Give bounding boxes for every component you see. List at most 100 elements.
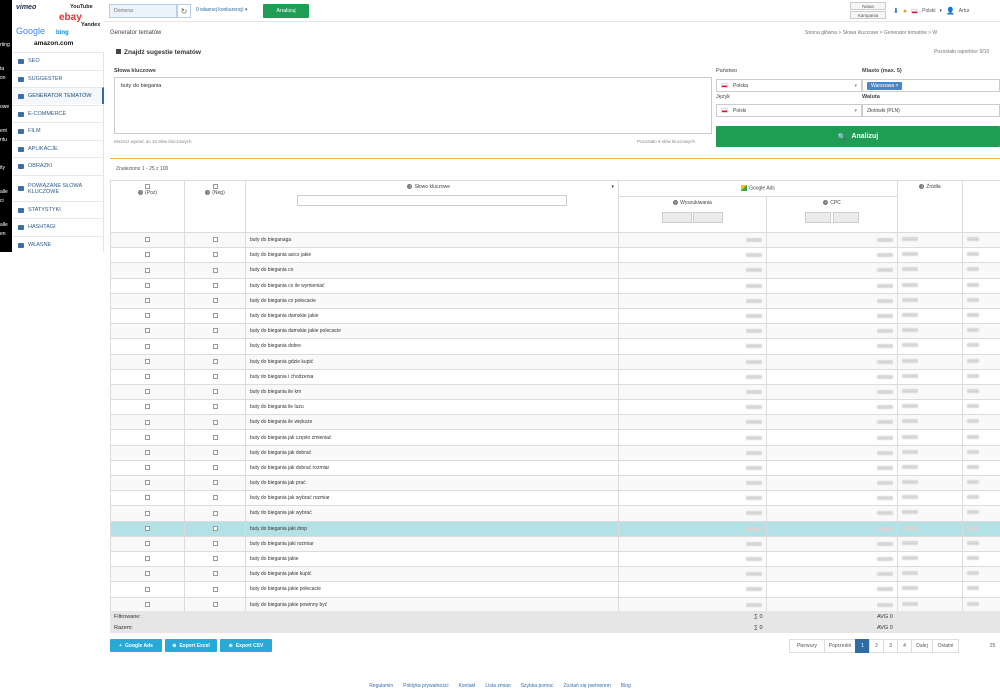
keyword-cell[interactable]: buty do biegania jaki rozmiar bbox=[245, 535, 619, 552]
city-tag[interactable]: Warszawa × bbox=[867, 81, 903, 90]
pos-checkbox[interactable] bbox=[145, 313, 150, 319]
top-analyze-button[interactable]: Analizuj bbox=[263, 4, 309, 18]
pos-checkbox[interactable] bbox=[145, 282, 150, 288]
neg-checkbox[interactable] bbox=[212, 449, 218, 455]
pos-checkbox[interactable] bbox=[145, 419, 150, 425]
pos-checkbox[interactable] bbox=[145, 525, 150, 531]
csv-export-button[interactable]: ⊕ Export CSV bbox=[220, 639, 272, 652]
neg-checkbox[interactable] bbox=[212, 313, 218, 319]
neg-checkbox[interactable] bbox=[212, 252, 218, 258]
pos-checkbox[interactable] bbox=[145, 252, 150, 258]
footer-link[interactable]: Regulamin bbox=[369, 683, 393, 689]
keywords-textarea[interactable]: buty do biegania bbox=[114, 77, 712, 134]
sidebar-item-5[interactable]: APLIKACJE bbox=[12, 140, 104, 157]
refresh-button[interactable]: ↻ bbox=[177, 4, 191, 18]
pos-checkbox[interactable] bbox=[145, 298, 150, 304]
neg-checkbox[interactable] bbox=[212, 373, 218, 379]
keyword-cell[interactable]: buty do biegania asics jakie bbox=[245, 247, 619, 264]
pos-checkbox[interactable] bbox=[145, 404, 150, 410]
pos-checkbox[interactable] bbox=[145, 601, 150, 607]
pos-checkbox[interactable] bbox=[145, 556, 150, 562]
sidebar-item-3[interactable]: E-COMMERCE bbox=[12, 105, 104, 122]
neg-checkbox[interactable] bbox=[212, 282, 218, 288]
pos-checkbox[interactable] bbox=[145, 267, 150, 273]
keyword-cell[interactable]: buty do biegania jak dobrać bbox=[245, 444, 619, 461]
keyword-cell[interactable]: buty do bieganaga bbox=[245, 231, 619, 249]
keyword-cell[interactable]: buty do biegania jakie polecacie bbox=[245, 581, 619, 598]
neg-checkbox[interactable] bbox=[212, 298, 218, 304]
user-icon[interactable]: 👤 bbox=[946, 7, 955, 15]
neg-checkbox[interactable] bbox=[212, 480, 218, 486]
sidebar-item-10[interactable]: WŁASNE bbox=[12, 236, 104, 253]
select-all-neg-checkbox[interactable] bbox=[212, 184, 218, 190]
pagination-item[interactable]: 4 bbox=[897, 639, 912, 653]
searches-min-input[interactable] bbox=[661, 212, 692, 223]
google-ads-export-button[interactable]: + Google Ads bbox=[110, 639, 162, 652]
pagination-item[interactable]: 3 bbox=[883, 639, 898, 653]
footer-link[interactable]: Kontakt bbox=[458, 683, 475, 689]
currency-select[interactable]: Złotówki (PLN) bbox=[862, 104, 1000, 117]
neg-checkbox[interactable] bbox=[212, 495, 218, 501]
pos-checkbox[interactable] bbox=[145, 465, 150, 471]
keyword-cell[interactable]: buty do biegania jak często zmieniać bbox=[245, 429, 619, 446]
keyword-cell[interactable]: buty do biegania co ile wymieniać bbox=[245, 277, 619, 294]
cpc-min-input[interactable] bbox=[805, 212, 832, 223]
neg-checkbox[interactable] bbox=[212, 267, 218, 273]
footer-link[interactable]: Zostań się partnerem bbox=[564, 683, 611, 689]
pos-checkbox[interactable] bbox=[145, 358, 150, 364]
neg-checkbox[interactable] bbox=[212, 434, 218, 440]
neg-checkbox[interactable] bbox=[212, 465, 218, 471]
sidebar-item-7[interactable]: POWIĄZANE SŁOWA KLUCZOWE bbox=[12, 175, 104, 201]
chevron-down-icon[interactable]: ▾ bbox=[939, 8, 942, 14]
neg-checkbox[interactable] bbox=[212, 586, 218, 592]
keyword-cell[interactable]: buty do biegania jak wybrać bbox=[245, 505, 619, 522]
download-icon[interactable]: ⬇ bbox=[893, 7, 899, 15]
keyword-header[interactable]: ? Słowo kluczowe ▾ bbox=[245, 180, 619, 233]
keyword-cell[interactable]: buty do biegania damskie jakie polecacie bbox=[245, 323, 619, 340]
pagination-item[interactable]: Pierwszy bbox=[789, 639, 825, 653]
pos-checkbox[interactable] bbox=[145, 571, 150, 577]
sidebar-item-0[interactable]: SEO bbox=[12, 52, 104, 69]
sidebar-item-1[interactable]: SUGGESTER bbox=[12, 70, 104, 87]
keyword-cell[interactable]: buty do biegania ile km bbox=[245, 383, 619, 401]
cpc-header[interactable]: ? CPC bbox=[765, 196, 899, 233]
keyword-cell[interactable]: buty do biegania i chodzenia bbox=[245, 368, 619, 385]
competitors-dropdown[interactable]: 0 własnej konkurencji ▾ bbox=[196, 7, 247, 13]
domain-input[interactable] bbox=[109, 4, 177, 18]
language-select[interactable]: Polski bbox=[922, 8, 935, 14]
keyword-cell[interactable]: buty do biegania jaki drop bbox=[245, 520, 619, 537]
keyword-cell[interactable]: buty do biegania dobre bbox=[245, 338, 619, 355]
city-select[interactable]: Warszawa × bbox=[862, 79, 1000, 92]
campaign-button[interactable]: Kampania bbox=[850, 11, 886, 19]
keyword-cell[interactable]: buty do biegania jak wybrać rozmiar bbox=[245, 490, 619, 507]
country-select[interactable]: Polska ▾ bbox=[716, 79, 862, 92]
searches-max-input[interactable] bbox=[693, 212, 724, 223]
neg-checkbox[interactable] bbox=[212, 419, 218, 425]
neg-checkbox[interactable] bbox=[212, 358, 218, 364]
keyword-cell[interactable]: buty do biegania co polecacie bbox=[245, 292, 619, 309]
select-all-pos-checkbox[interactable] bbox=[145, 184, 150, 190]
footer-link[interactable]: Szybka pomoc bbox=[521, 683, 554, 689]
pagination-item[interactable]: 2 bbox=[869, 639, 884, 653]
analyze-button[interactable]: 🔍 Analizuj bbox=[716, 126, 1000, 147]
keyword-cell[interactable]: buty do biegania ile większe bbox=[245, 414, 619, 431]
excel-export-button[interactable]: ⊕ Export Excel bbox=[165, 639, 217, 652]
keyword-cell[interactable]: buty do biegania co bbox=[245, 262, 619, 279]
breadcrumb[interactable]: Strona główna > Słowa kluczowe > Generat… bbox=[805, 30, 937, 36]
per-page-select[interactable]: 25 bbox=[985, 639, 1000, 653]
sidebar-item-6[interactable]: OBRAZKI bbox=[12, 157, 104, 174]
searches-header[interactable]: ? Wyszukiwania bbox=[618, 196, 767, 233]
keyword-cell[interactable]: buty do biegania gdzie kupić bbox=[245, 353, 619, 370]
cpc-max-input[interactable] bbox=[832, 212, 859, 223]
footer-link[interactable]: Blog bbox=[621, 683, 631, 689]
pos-checkbox[interactable] bbox=[145, 495, 150, 501]
neg-checkbox[interactable] bbox=[212, 404, 218, 410]
neg-checkbox[interactable] bbox=[212, 556, 218, 562]
sidebar-item-8[interactable]: STATYSTYKI bbox=[12, 201, 104, 218]
pos-checkbox[interactable] bbox=[145, 373, 150, 379]
neg-checkbox[interactable] bbox=[212, 237, 218, 243]
pos-checkbox[interactable] bbox=[145, 389, 150, 395]
pos-checkbox[interactable] bbox=[145, 328, 150, 334]
neg-checkbox[interactable] bbox=[212, 525, 218, 531]
sidebar-item-4[interactable]: FILM bbox=[12, 122, 104, 139]
